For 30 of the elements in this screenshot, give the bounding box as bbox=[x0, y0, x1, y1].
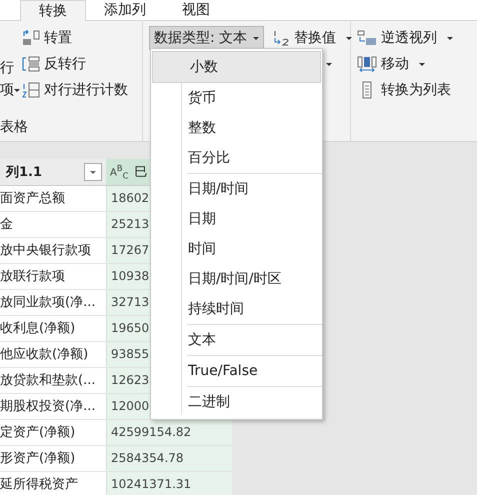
table-cell: 10241371.31 bbox=[107, 472, 232, 495]
menu-item[interactable]: 百分比 bbox=[151, 143, 322, 173]
ribbon-button[interactable]: 对行进行计数 bbox=[22, 77, 128, 103]
ribbon-label: 项 bbox=[0, 81, 14, 100]
menu-item[interactable]: 整数 bbox=[151, 113, 322, 143]
move-button[interactable]: 移动 bbox=[357, 51, 425, 77]
ribbon-button[interactable]: 转置 bbox=[22, 25, 128, 51]
transpose-icon bbox=[22, 30, 40, 46]
ribbon-tab[interactable]: 视图 bbox=[164, 0, 228, 21]
data-type-dropdown[interactable]: 数据类型: 文本 bbox=[149, 26, 264, 50]
ribbon-tab[interactable]: 转换 bbox=[20, 0, 86, 21]
filter-button[interactable] bbox=[84, 163, 102, 181]
caret-icon bbox=[326, 62, 332, 66]
unpivot-icon bbox=[357, 30, 377, 46]
menu-item[interactable]: 货币 bbox=[151, 83, 322, 113]
caret-icon bbox=[14, 88, 20, 92]
move-column-icon bbox=[357, 56, 377, 72]
convert-to-list-button[interactable]: 转换为列表 bbox=[357, 77, 451, 103]
replace-values-icon bbox=[272, 30, 290, 46]
count-rows-icon bbox=[22, 82, 40, 98]
ribbon-tab[interactable]: 添加列 bbox=[86, 0, 164, 21]
column-header[interactable]: 列1.1 bbox=[0, 163, 84, 181]
group-label: 表格 bbox=[0, 118, 28, 136]
reverse-rows-icon bbox=[22, 56, 40, 72]
ribbon-button[interactable]: 反转行 bbox=[22, 51, 128, 77]
table-cell: 2584354.78 bbox=[107, 446, 232, 471]
menu-item[interactable]: 小数 bbox=[152, 51, 321, 83]
table-cell: 42599154.82 bbox=[107, 420, 232, 445]
unpivot-button[interactable]: 逆透视列 bbox=[357, 25, 453, 51]
ribbon-label: 行 bbox=[0, 59, 15, 78]
